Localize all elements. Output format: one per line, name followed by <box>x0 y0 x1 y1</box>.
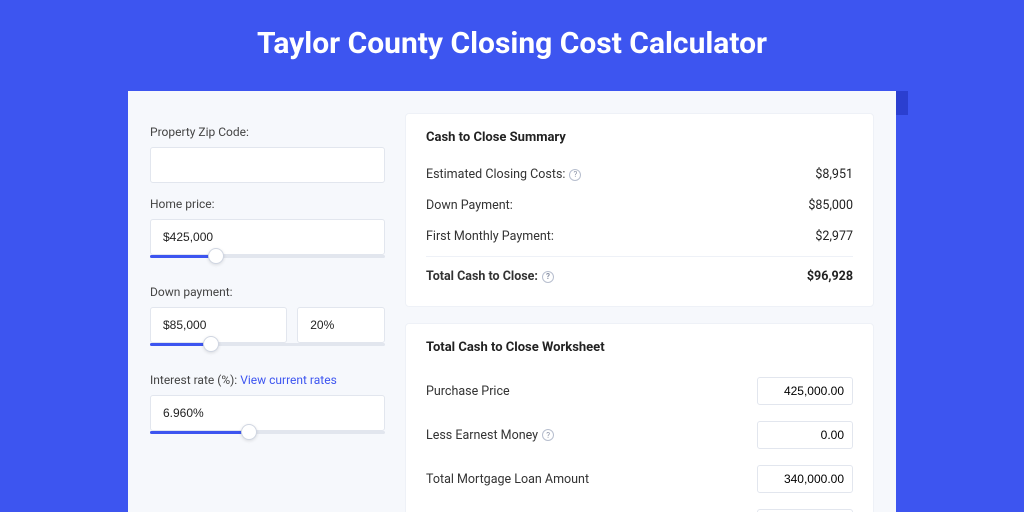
slider-fill <box>150 343 211 346</box>
help-icon[interactable]: ? <box>542 271 554 283</box>
worksheet-row-input[interactable] <box>757 377 853 405</box>
summary-row: Estimated Closing Costs: ? $8,951 <box>426 159 853 190</box>
interest-rate-input[interactable] <box>150 395 385 431</box>
interest-rate-label-text: Interest rate (%): <box>150 373 237 387</box>
down-payment-slider[interactable] <box>150 341 385 359</box>
results-column: Cash to Close Summary Estimated Closing … <box>405 113 874 512</box>
inputs-panel: Property Zip Code: Home price: Down paym… <box>150 113 385 512</box>
worksheet-row: Total Mortgage Loan Amount <box>426 457 853 501</box>
interest-rate-label: Interest rate (%): View current rates <box>150 373 385 387</box>
view-rates-link[interactable]: View current rates <box>240 373 337 387</box>
calculator-card: Property Zip Code: Home price: Down paym… <box>128 91 896 512</box>
worksheet-row-label: Total Mortgage Loan Amount <box>426 472 589 487</box>
down-payment-pct-input[interactable] <box>297 307 385 343</box>
interest-rate-slider[interactable] <box>150 429 385 447</box>
worksheet-row-input[interactable] <box>757 421 853 449</box>
home-price-label: Home price: <box>150 197 385 211</box>
summary-row-label: Down Payment: <box>426 198 513 213</box>
summary-row: First Monthly Payment: $2,977 <box>426 221 853 252</box>
slider-thumb[interactable] <box>203 336 219 352</box>
worksheet-row: Purchase Price <box>426 369 853 413</box>
slider-thumb[interactable] <box>208 248 224 264</box>
home-price-input[interactable] <box>150 219 385 255</box>
slider-fill <box>150 431 249 434</box>
worksheet-title: Total Cash to Close Worksheet <box>426 340 853 355</box>
summary-total-row: Total Cash to Close: ? $96,928 <box>426 256 853 292</box>
home-price-slider[interactable] <box>150 253 385 271</box>
help-icon[interactable]: ? <box>542 429 554 441</box>
summary-row-value: $2,977 <box>815 229 853 244</box>
summary-row-value: $85,000 <box>808 198 853 213</box>
summary-panel: Cash to Close Summary Estimated Closing … <box>405 113 874 307</box>
summary-title: Cash to Close Summary <box>426 130 853 145</box>
summary-row: Down Payment: $85,000 <box>426 190 853 221</box>
summary-total-label: Total Cash to Close: <box>426 269 538 284</box>
worksheet-row: Less Earnest Money ? <box>426 413 853 457</box>
worksheet-row: Total Second Mortgage Amount <box>426 501 853 512</box>
down-payment-input[interactable] <box>150 307 287 343</box>
summary-row-label: Estimated Closing Costs: <box>426 167 565 182</box>
summary-total-value: $96,928 <box>807 269 853 284</box>
slider-thumb[interactable] <box>241 424 257 440</box>
worksheet-row-input[interactable] <box>757 465 853 493</box>
help-icon[interactable]: ? <box>569 169 581 181</box>
zip-input[interactable] <box>150 147 385 183</box>
summary-row-value: $8,951 <box>815 167 853 182</box>
card-shadow-wrap: Property Zip Code: Home price: Down paym… <box>128 91 896 512</box>
worksheet-row-label: Less Earnest Money <box>426 428 538 443</box>
zip-label: Property Zip Code: <box>150 125 385 139</box>
worksheet-panel: Total Cash to Close Worksheet Purchase P… <box>405 323 874 512</box>
down-payment-label: Down payment: <box>150 285 385 299</box>
slider-fill <box>150 255 216 258</box>
worksheet-row-label: Purchase Price <box>426 384 510 399</box>
summary-row-label: First Monthly Payment: <box>426 229 554 244</box>
page-title: Taylor County Closing Cost Calculator <box>0 0 1024 81</box>
